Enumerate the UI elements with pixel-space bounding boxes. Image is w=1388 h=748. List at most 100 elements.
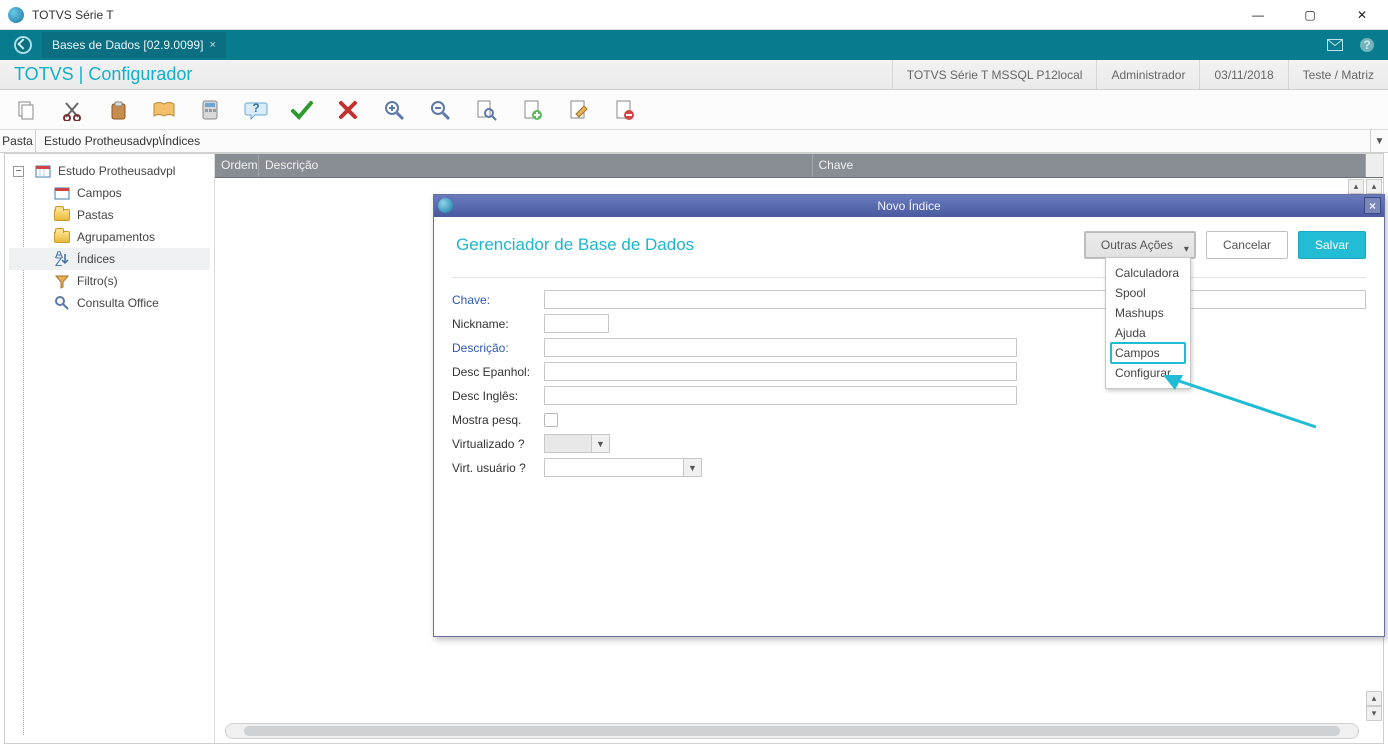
scroll-up-icon[interactable]: ▴ [1348, 179, 1364, 194]
zoom-in-icon[interactable] [378, 96, 410, 124]
grid-header: Ordem Descrição Chave [215, 154, 1383, 178]
chevron-down-icon[interactable]: ▼ [592, 434, 610, 453]
input-desc-ingles[interactable] [544, 386, 1017, 405]
window-maximize-button[interactable]: ▢ [1292, 4, 1328, 26]
search-icon [53, 295, 71, 311]
calendar-icon [53, 185, 71, 201]
scroll-down-icon[interactable]: ▾ [1366, 706, 1382, 721]
window-close-button[interactable]: ✕ [1344, 4, 1380, 26]
other-actions-menu: Calculadora Spool Mashups Ajuda Campos C… [1105, 257, 1191, 389]
check-icon[interactable] [286, 96, 318, 124]
tree-item-consulta-office[interactable]: Consulta Office [9, 292, 210, 314]
label-descricao: Descrição: [452, 341, 544, 355]
grid-col-descricao[interactable]: Descrição [259, 154, 813, 177]
tree-item-label: Índices [77, 252, 115, 266]
path-label: Pasta [0, 130, 36, 152]
svg-text:?: ? [252, 101, 259, 115]
tree-item-pastas[interactable]: Pastas [9, 204, 210, 226]
menu-item-campos[interactable]: Campos [1106, 343, 1190, 363]
tab-close-icon[interactable]: × [209, 39, 215, 51]
horizontal-scrollbar[interactable] [225, 723, 1359, 739]
tree-item-label: Filtro(s) [77, 274, 118, 288]
paste-icon[interactable] [102, 96, 134, 124]
folder-icon [53, 229, 71, 245]
menu-item-mashups[interactable]: Mashups [1106, 303, 1190, 323]
new-page-icon[interactable] [516, 96, 548, 124]
chevron-down-icon[interactable]: ▼ [684, 458, 702, 477]
label-nickname: Nickname: [452, 317, 544, 331]
input-nickname[interactable] [544, 314, 609, 333]
zoom-out-icon[interactable] [424, 96, 456, 124]
modal-heading: Gerenciador de Base de Dados [452, 235, 1074, 255]
tab-label: Bases de Dados [02.9.0099] [52, 38, 203, 52]
label-chave: Chave: [452, 293, 544, 307]
modal-title-bar[interactable]: Novo Índice × [434, 195, 1384, 217]
input-descricao[interactable] [544, 338, 1017, 357]
app-icon [8, 7, 24, 23]
sort-icon: AZ [53, 251, 71, 267]
input-chave[interactable] [544, 290, 1366, 309]
tree-item-label: Pastas [77, 208, 114, 222]
tree-item-agrupamentos[interactable]: Agrupamentos [9, 226, 210, 248]
label-desc-ingles: Desc Inglês: [452, 389, 544, 403]
tree-item-indices[interactable]: AZ Índices [9, 248, 210, 270]
tree-item-label: Consulta Office [77, 296, 159, 310]
combo-virtualizado-input[interactable] [544, 434, 592, 453]
edit-page-icon[interactable] [562, 96, 594, 124]
save-button[interactable]: Salvar [1298, 231, 1366, 259]
tree-root[interactable]: − Estudo Protheusadvpl [9, 160, 210, 182]
cut-icon[interactable] [56, 96, 88, 124]
scroll-thumb[interactable] [244, 726, 1340, 736]
label-virtualizado: Virtualizado ? [452, 437, 544, 451]
calculator-icon[interactable] [194, 96, 226, 124]
window-minimize-button[interactable]: — [1240, 4, 1276, 26]
find-page-icon[interactable] [470, 96, 502, 124]
delete-page-icon[interactable] [608, 96, 640, 124]
status-org: Teste / Matriz [1288, 60, 1388, 89]
tree-item-campos[interactable]: Campos [9, 182, 210, 204]
tree-item-filtros[interactable]: Filtro(s) [9, 270, 210, 292]
divider [452, 277, 1366, 278]
tree-collapse-icon[interactable]: − [13, 166, 24, 177]
copy-icon[interactable] [10, 96, 42, 124]
menu-item-configurar[interactable]: Configurar [1106, 363, 1190, 383]
help-bubble-icon[interactable]: ? [240, 96, 272, 124]
window-title-bar: TOTVS Série T — ▢ ✕ [0, 0, 1388, 30]
combo-virt-usuario-input[interactable] [544, 458, 684, 477]
input-desc-espanhol[interactable] [544, 362, 1017, 381]
label-mostra-pesq: Mostra pesq. [452, 413, 544, 427]
modal-title-text: Novo Índice [877, 199, 940, 213]
scroll-up-icon[interactable]: ▴ [1366, 691, 1382, 706]
grid-col-ordem[interactable]: Ordem [215, 154, 259, 177]
book-icon[interactable] [148, 96, 180, 124]
scroll-up-icon[interactable]: ▴ [1366, 179, 1382, 194]
modal-app-icon [438, 198, 453, 213]
combo-virtualizado[interactable]: ▼ [544, 434, 610, 453]
content-panel: Ordem Descrição Chave ▴ ▾ ▴ ▾ ▴ ▾ No [215, 154, 1383, 743]
modal-close-button[interactable]: × [1364, 197, 1381, 214]
tab-bases-de-dados[interactable]: Bases de Dados [02.9.0099] × [42, 32, 226, 58]
modal-body: Gerenciador de Base de Dados Outras Açõe… [434, 217, 1384, 636]
tree-root-label: Estudo Protheusadvpl [58, 164, 175, 178]
window-title: TOTVS Série T [32, 8, 1240, 22]
modal-novo-indice: Novo Índice × Gerenciador de Base de Dad… [433, 194, 1385, 637]
menu-item-calculadora[interactable]: Calculadora [1106, 263, 1190, 283]
app-tab-strip: Bases de Dados [02.9.0099] × ? [0, 30, 1388, 60]
cancel-icon[interactable] [332, 96, 364, 124]
path-value: Estudo Protheusadvp\Índices [36, 130, 1370, 152]
grid-col-chave[interactable]: Chave [813, 154, 1366, 177]
menu-item-spool[interactable]: Spool [1106, 283, 1190, 303]
other-actions-button[interactable]: Outras Ações [1084, 231, 1196, 259]
calendar-icon [34, 163, 52, 179]
mail-icon[interactable] [1326, 36, 1344, 54]
help-icon[interactable]: ? [1358, 36, 1376, 54]
status-date: 03/11/2018 [1199, 60, 1287, 89]
cancel-button[interactable]: Cancelar [1206, 231, 1288, 259]
combo-virt-usuario[interactable]: ▼ [544, 458, 702, 477]
path-dropdown-icon[interactable]: ▼ [1370, 130, 1388, 152]
menu-item-ajuda[interactable]: Ajuda [1106, 323, 1190, 343]
nav-back-icon[interactable] [14, 36, 32, 54]
checkbox-mostra-pesq[interactable] [544, 413, 558, 427]
main-toolbar: ? [0, 90, 1388, 130]
status-environment: TOTVS Série T MSSQL P12local [892, 60, 1097, 89]
